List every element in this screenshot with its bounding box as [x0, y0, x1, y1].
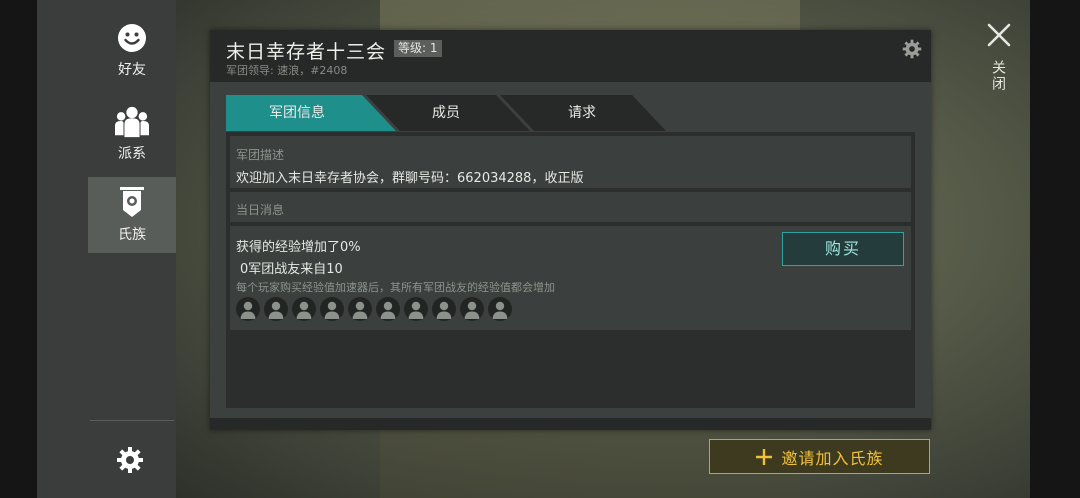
sidebar-item-friends[interactable]: 好友: [88, 12, 176, 88]
tab-content: 军团描述 欢迎加入末日幸存者协会，群聊号码：662034288，收正版 当日消息…: [226, 132, 915, 408]
level-badge: 等级: 1: [394, 40, 442, 57]
left-edge: [0, 0, 37, 498]
sidebar: 好友 派系 氏族: [37, 0, 176, 498]
close-button[interactable]: [986, 22, 1012, 48]
tab-members[interactable]: 成员: [376, 95, 516, 131]
group-icon: [115, 105, 149, 139]
daily-message-box: 当日消息: [230, 192, 911, 222]
empty-slot-avatar: [432, 297, 456, 321]
invite-label: 邀请加入氏族: [781, 448, 884, 468]
clan-settings-button[interactable]: [902, 39, 922, 59]
right-edge: [1030, 0, 1080, 498]
panel-header: 末日幸存者十三会 等级: 1 军团领导: 速浪，#2408: [210, 30, 931, 82]
empty-slot-avatar: [348, 297, 372, 321]
empty-slot-avatar: [292, 297, 316, 321]
clan-banner-icon: [115, 186, 149, 220]
exp-boost-box: 获得的经验增加了0% 0军团战友来自10 每个玩家购买经验值加速器后，其所有军团…: [230, 226, 911, 330]
daily-message-label: 当日消息: [236, 203, 285, 217]
description-label: 军团描述: [236, 148, 285, 162]
sidebar-divider: [90, 420, 174, 421]
close-label[interactable]: 关闭: [990, 60, 1008, 92]
empty-slot-avatar: [488, 297, 512, 321]
empty-slot-avatar: [320, 297, 344, 321]
panel-footer-bar: [210, 418, 931, 430]
gear-icon: [117, 447, 143, 473]
empty-slot-avatar: [264, 297, 288, 321]
exp-boost-count: 0军团战友来自10: [240, 262, 343, 277]
clan-leader: 军团领导: 速浪，#2408: [226, 64, 348, 77]
exp-boost-note: 每个玩家购买经验值加速器后，其所有军团战友的经验值都会增加: [236, 281, 555, 294]
gear-icon: [902, 39, 922, 59]
empty-slot-avatar: [236, 297, 260, 321]
boost-slots: [236, 297, 512, 321]
close-icon: [987, 23, 1011, 47]
sidebar-item-label: 好友: [118, 62, 146, 78]
tab-requests[interactable]: 请求: [512, 95, 652, 131]
sidebar-item-factions[interactable]: 派系: [88, 96, 176, 172]
sidebar-item-clan[interactable]: 氏族: [88, 177, 176, 253]
empty-slot-avatar: [376, 297, 400, 321]
settings-button[interactable]: [112, 442, 148, 478]
exp-boost-status: 获得的经验增加了0%: [236, 240, 361, 255]
invite-to-clan-button[interactable]: 邀请加入氏族: [709, 439, 930, 474]
clan-name: 末日幸存者十三会: [226, 41, 387, 63]
tab-clan-info[interactable]: 军团信息: [226, 95, 368, 131]
clan-panel: 末日幸存者十三会 等级: 1 军团领导: 速浪，#2408 军团信息 成员 请求…: [210, 30, 931, 430]
buy-button[interactable]: 购买: [782, 232, 904, 266]
description-text: 欢迎加入末日幸存者协会，群聊号码：662034288，收正版: [236, 171, 584, 186]
sidebar-item-label: 氏族: [118, 227, 146, 243]
sidebar-item-label: 派系: [118, 146, 146, 162]
smiley-icon: [115, 21, 149, 55]
description-box: 军团描述 欢迎加入末日幸存者协会，群聊号码：662034288，收正版: [230, 136, 911, 188]
empty-slot-avatar: [404, 297, 428, 321]
plus-icon: [756, 448, 773, 465]
tab-bar: 军团信息 成员 请求: [226, 95, 666, 131]
empty-slot-avatar: [460, 297, 484, 321]
